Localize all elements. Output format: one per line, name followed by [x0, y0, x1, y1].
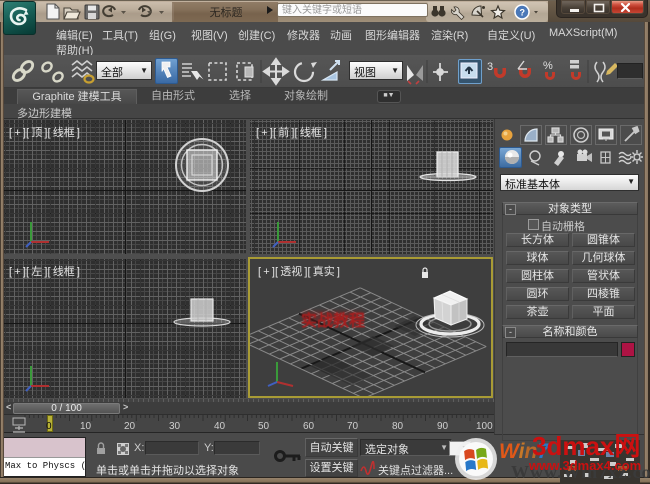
svg-text:3: 3 — [487, 61, 493, 73]
svg-text:%: % — [543, 60, 553, 72]
svg-text:?: ? — [520, 8, 526, 18]
